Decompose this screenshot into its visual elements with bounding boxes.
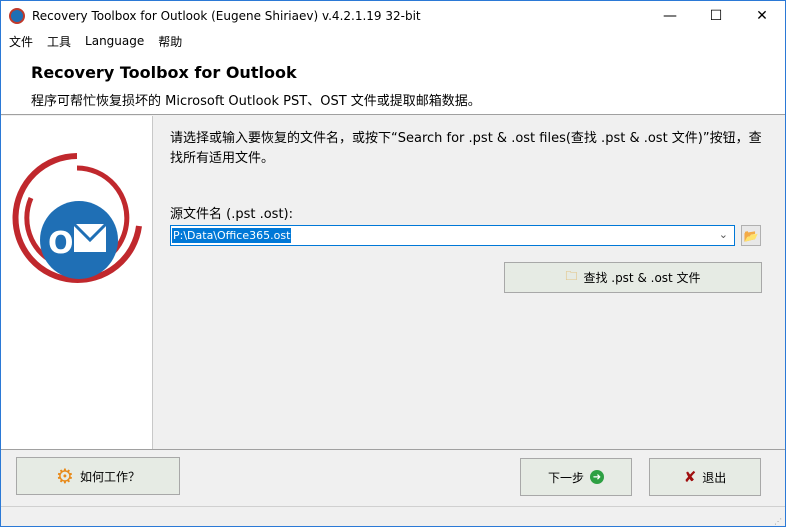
arrow-right-icon: ➜ (590, 470, 604, 484)
window-title: Recovery Toolbox for Outlook (Eugene Shi… (32, 9, 421, 23)
search-files-button[interactable]: 🗀 查找 .pst & .ost 文件 (504, 262, 762, 293)
folder-search-icon: 🗀 (565, 269, 578, 283)
source-file-value[interactable]: P:\Data\Office365.ost (172, 228, 292, 243)
menu-help[interactable]: 帮助 (158, 33, 182, 50)
browse-folder-button[interactable]: 📂 (741, 225, 761, 246)
minimize-button[interactable]: — (647, 1, 693, 31)
next-label: 下一步 (547, 470, 584, 485)
app-window: Recovery Toolbox for Outlook (Eugene Shi… (0, 0, 786, 527)
header: Recovery Toolbox for Outlook 程序可帮忙恢复损坏的 … (1, 51, 785, 115)
x-icon: ✘ (683, 468, 697, 486)
logo-panel: O (1, 116, 153, 449)
svg-text:O: O (48, 226, 74, 261)
main-panel: 请选择或输入要恢复的文件名，或按下“Search for .pst & .ost… (154, 116, 785, 449)
close-button[interactable]: ✕ (739, 1, 785, 31)
how-it-works-button[interactable]: ⚙ 如何工作？ (16, 457, 180, 495)
exit-button[interactable]: ✘ 退出 (649, 458, 761, 496)
page-title: Recovery Toolbox for Outlook (31, 63, 297, 82)
gears-icon: ⚙ (56, 464, 74, 488)
maximize-button[interactable]: ☐ (693, 1, 739, 31)
open-folder-icon: 📂 (743, 228, 759, 243)
title-bar: Recovery Toolbox for Outlook (Eugene Shi… (1, 1, 785, 31)
instructions-text: 请选择或输入要恢复的文件名，或按下“Search for .pst & .ost… (170, 131, 762, 166)
menu-file[interactable]: 文件 (9, 33, 33, 50)
divider (1, 449, 785, 450)
resize-grip-icon[interactable]: ⋰ (774, 517, 782, 526)
app-icon (9, 8, 25, 24)
next-button[interactable]: 下一步 ➜ (520, 458, 632, 496)
menu-bar: 文件 工具 Language 帮助 (1, 31, 785, 51)
status-bar: ⋰ (1, 506, 785, 527)
chevron-down-icon[interactable]: ⌄ (719, 228, 728, 241)
search-files-label: 查找 .pst & .ost 文件 (583, 271, 701, 285)
menu-tools[interactable]: 工具 (47, 33, 71, 50)
page-subtitle: 程序可帮忙恢复损坏的 Microsoft Outlook PST、OST 文件或… (31, 94, 481, 109)
exit-label: 退出 (702, 470, 727, 485)
source-file-label: 源文件名 (.pst .ost): (170, 207, 293, 222)
how-it-works-label: 如何工作？ (79, 469, 140, 484)
outlook-logo-icon: O (12, 153, 142, 283)
menu-language[interactable]: Language (85, 34, 144, 48)
source-file-combobox[interactable]: P:\Data\Office365.ost ⌄ (170, 225, 735, 246)
